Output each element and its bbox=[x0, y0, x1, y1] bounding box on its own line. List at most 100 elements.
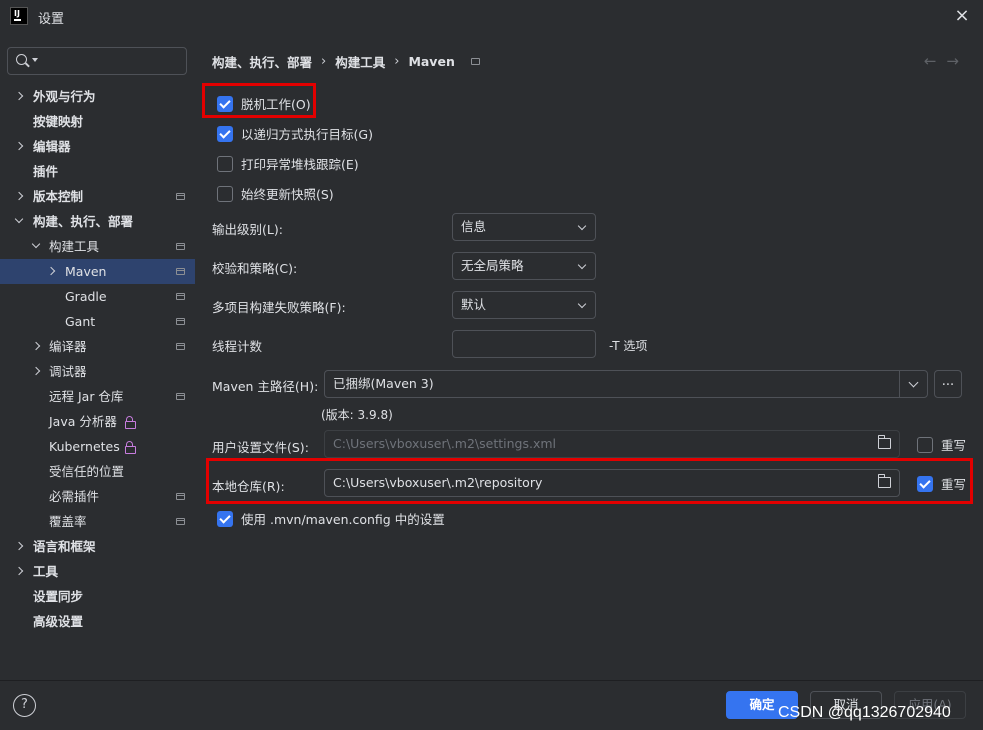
chevron-down-icon[interactable] bbox=[14, 214, 24, 224]
sidebar-item-label: Java 分析器 bbox=[49, 414, 117, 429]
recursive-checkbox-row[interactable]: 以递归方式执行目标(G) bbox=[217, 124, 373, 143]
sidebar-item-label: 工具 bbox=[33, 564, 59, 579]
checksum-label: 校验和策略(C): bbox=[212, 261, 298, 276]
sidebar-item-build-tools[interactable]: 构建工具 bbox=[0, 234, 195, 259]
project-level-icon bbox=[176, 343, 185, 350]
mvn-config-checkbox-row[interactable]: 使用 .mvn/maven.config 中的设置 bbox=[217, 509, 445, 528]
maven-home-combobox[interactable]: 已捆绑(Maven 3) bbox=[324, 370, 928, 398]
user-settings-override-checkbox[interactable] bbox=[917, 436, 933, 453]
chevron-right-icon[interactable] bbox=[14, 141, 24, 151]
breadcrumb-separator: › bbox=[394, 54, 400, 69]
sidebar-item-label: 语言和框架 bbox=[33, 539, 96, 554]
csdn-watermark: CSDN @qq1326702940 bbox=[778, 704, 951, 721]
sidebar-item-trusted-locations[interactable]: 受信任的位置 bbox=[0, 459, 195, 484]
sidebar-item-label: 外观与行为 bbox=[33, 89, 96, 104]
lock-icon bbox=[125, 441, 136, 454]
sidebar-item-build-exec-deploy[interactable]: 构建、执行、部署 bbox=[0, 209, 195, 234]
chevron-down-icon[interactable] bbox=[31, 239, 41, 249]
mvn-config-checkbox[interactable] bbox=[217, 510, 233, 527]
checksum-select[interactable]: 无全局策略 bbox=[452, 252, 596, 280]
always-update-checkbox[interactable] bbox=[217, 185, 233, 202]
window-title: 设置 bbox=[38, 12, 65, 27]
sidebar-item-tools[interactable]: 工具 bbox=[0, 559, 195, 584]
breadcrumb-separator: › bbox=[321, 54, 327, 69]
sidebar-item-remote-jar[interactable]: 远程 Jar 仓库 bbox=[0, 384, 195, 409]
lock-icon bbox=[125, 416, 136, 429]
print-stack-checkbox[interactable] bbox=[217, 155, 233, 172]
sidebar-item-label: 高级设置 bbox=[33, 614, 84, 629]
project-level-icon bbox=[176, 293, 185, 300]
sidebar-item-label: 受信任的位置 bbox=[49, 464, 125, 479]
sidebar-item-plugins[interactable]: 插件 bbox=[0, 159, 195, 184]
sidebar-item-appearance[interactable]: 外观与行为 bbox=[0, 84, 195, 109]
chevron-down-icon[interactable] bbox=[899, 371, 927, 397]
fail-policy-select[interactable]: 默认 bbox=[452, 291, 596, 319]
sidebar-item-languages[interactable]: 语言和框架 bbox=[0, 534, 195, 559]
sidebar-item-label: 按键映射 bbox=[33, 114, 84, 129]
folder-icon[interactable] bbox=[878, 474, 891, 488]
search-options-caret-icon[interactable] bbox=[32, 58, 38, 62]
local-repo-override-label: 重写 bbox=[941, 477, 967, 492]
breadcrumb: 构建、执行、部署 › 构建工具 › Maven bbox=[212, 52, 480, 71]
maven-home-label: Maven 主路径(H): bbox=[212, 379, 319, 394]
output-level-value: 信息 bbox=[461, 219, 487, 234]
local-repo-label: 本地仓库(R): bbox=[212, 479, 285, 494]
thread-count-input[interactable] bbox=[452, 330, 596, 358]
output-level-label: 输出级别(L): bbox=[212, 222, 283, 237]
chevron-right-icon[interactable] bbox=[46, 266, 56, 276]
breadcrumb-build-tools[interactable]: 构建工具 bbox=[335, 52, 385, 71]
project-level-icon bbox=[176, 193, 185, 200]
local-repo-override-checkbox[interactable] bbox=[917, 475, 933, 492]
sidebar-item-editor[interactable]: 编辑器 bbox=[0, 134, 195, 159]
sidebar-item-gradle[interactable]: Gradle bbox=[0, 284, 195, 309]
sidebar-item-label: 设置同步 bbox=[33, 589, 84, 604]
breadcrumb-build-exec-deploy[interactable]: 构建、执行、部署 bbox=[212, 52, 312, 71]
sidebar-item-settings-sync[interactable]: 设置同步 bbox=[0, 584, 195, 609]
sidebar-item-gant[interactable]: Gant bbox=[0, 309, 195, 334]
sidebar-item-required-plugins[interactable]: 必需插件 bbox=[0, 484, 195, 509]
project-level-icon bbox=[176, 243, 185, 250]
title-bar: 设置 × bbox=[0, 0, 983, 32]
sidebar-item-label: 构建、执行、部署 bbox=[33, 214, 134, 229]
recursive-checkbox[interactable] bbox=[217, 125, 233, 142]
chevron-right-icon[interactable] bbox=[14, 541, 24, 551]
chevron-right-icon[interactable] bbox=[14, 91, 24, 101]
settings-search-input[interactable] bbox=[7, 47, 187, 75]
close-icon[interactable]: × bbox=[951, 5, 973, 27]
chevron-right-icon[interactable] bbox=[14, 191, 24, 201]
sidebar-item-keymap[interactable]: 按键映射 bbox=[0, 109, 195, 134]
sidebar-item-maven[interactable]: Maven bbox=[0, 259, 195, 284]
fail-policy-label: 多项目构建失败策略(F): bbox=[212, 300, 346, 315]
always-update-checkbox-row[interactable]: 始终更新快照(S) bbox=[217, 184, 334, 203]
sidebar-item-label: 构建工具 bbox=[49, 239, 100, 254]
sidebar-item-label: 调试器 bbox=[49, 364, 87, 379]
local-repo-input[interactable]: C:\Users\vboxuser\.m2\repository bbox=[324, 469, 900, 497]
sidebar-item-vcs[interactable]: 版本控制 bbox=[0, 184, 195, 209]
back-forward-arrows-icon[interactable]: ←→ bbox=[924, 52, 969, 70]
sidebar-item-java-profiler[interactable]: Java 分析器 bbox=[0, 409, 195, 434]
sidebar-item-coverage[interactable]: 覆盖率 bbox=[0, 509, 195, 534]
sidebar-item-advanced[interactable]: 高级设置 bbox=[0, 609, 195, 634]
help-button[interactable]: ? bbox=[13, 694, 36, 717]
settings-tree: 外观与行为 按键映射 编辑器 插件 版本控制 构建、执行、部署 构建工具 Mav… bbox=[0, 84, 195, 634]
user-settings-input[interactable]: C:\Users\vboxuser\.m2\settings.xml bbox=[324, 430, 900, 458]
highlight-box-offline bbox=[202, 83, 316, 118]
thread-count-hint: -T 选项 bbox=[609, 339, 648, 353]
search-icon bbox=[16, 54, 27, 65]
checksum-value: 无全局策略 bbox=[461, 258, 524, 273]
browse-maven-home-button[interactable]: ... bbox=[934, 370, 962, 398]
chevron-right-icon[interactable] bbox=[31, 341, 41, 351]
folder-icon[interactable] bbox=[878, 435, 891, 449]
print-stack-checkbox-row[interactable]: 打印异常堆栈跟踪(E) bbox=[217, 154, 359, 173]
local-repo-override-row[interactable]: 重写 bbox=[917, 474, 966, 493]
sidebar-item-debugger[interactable]: 调试器 bbox=[0, 359, 195, 384]
sidebar-item-kubernetes[interactable]: Kubernetes bbox=[0, 434, 195, 459]
chevron-right-icon[interactable] bbox=[14, 566, 24, 576]
sidebar-item-compiler[interactable]: 编译器 bbox=[0, 334, 195, 359]
sidebar-item-label: 插件 bbox=[33, 164, 59, 179]
user-settings-override-row[interactable]: 重写 bbox=[917, 435, 966, 454]
always-update-label: 始终更新快照(S) bbox=[241, 187, 334, 202]
project-level-icon bbox=[176, 518, 185, 525]
chevron-right-icon[interactable] bbox=[31, 366, 41, 376]
output-level-select[interactable]: 信息 bbox=[452, 213, 596, 241]
